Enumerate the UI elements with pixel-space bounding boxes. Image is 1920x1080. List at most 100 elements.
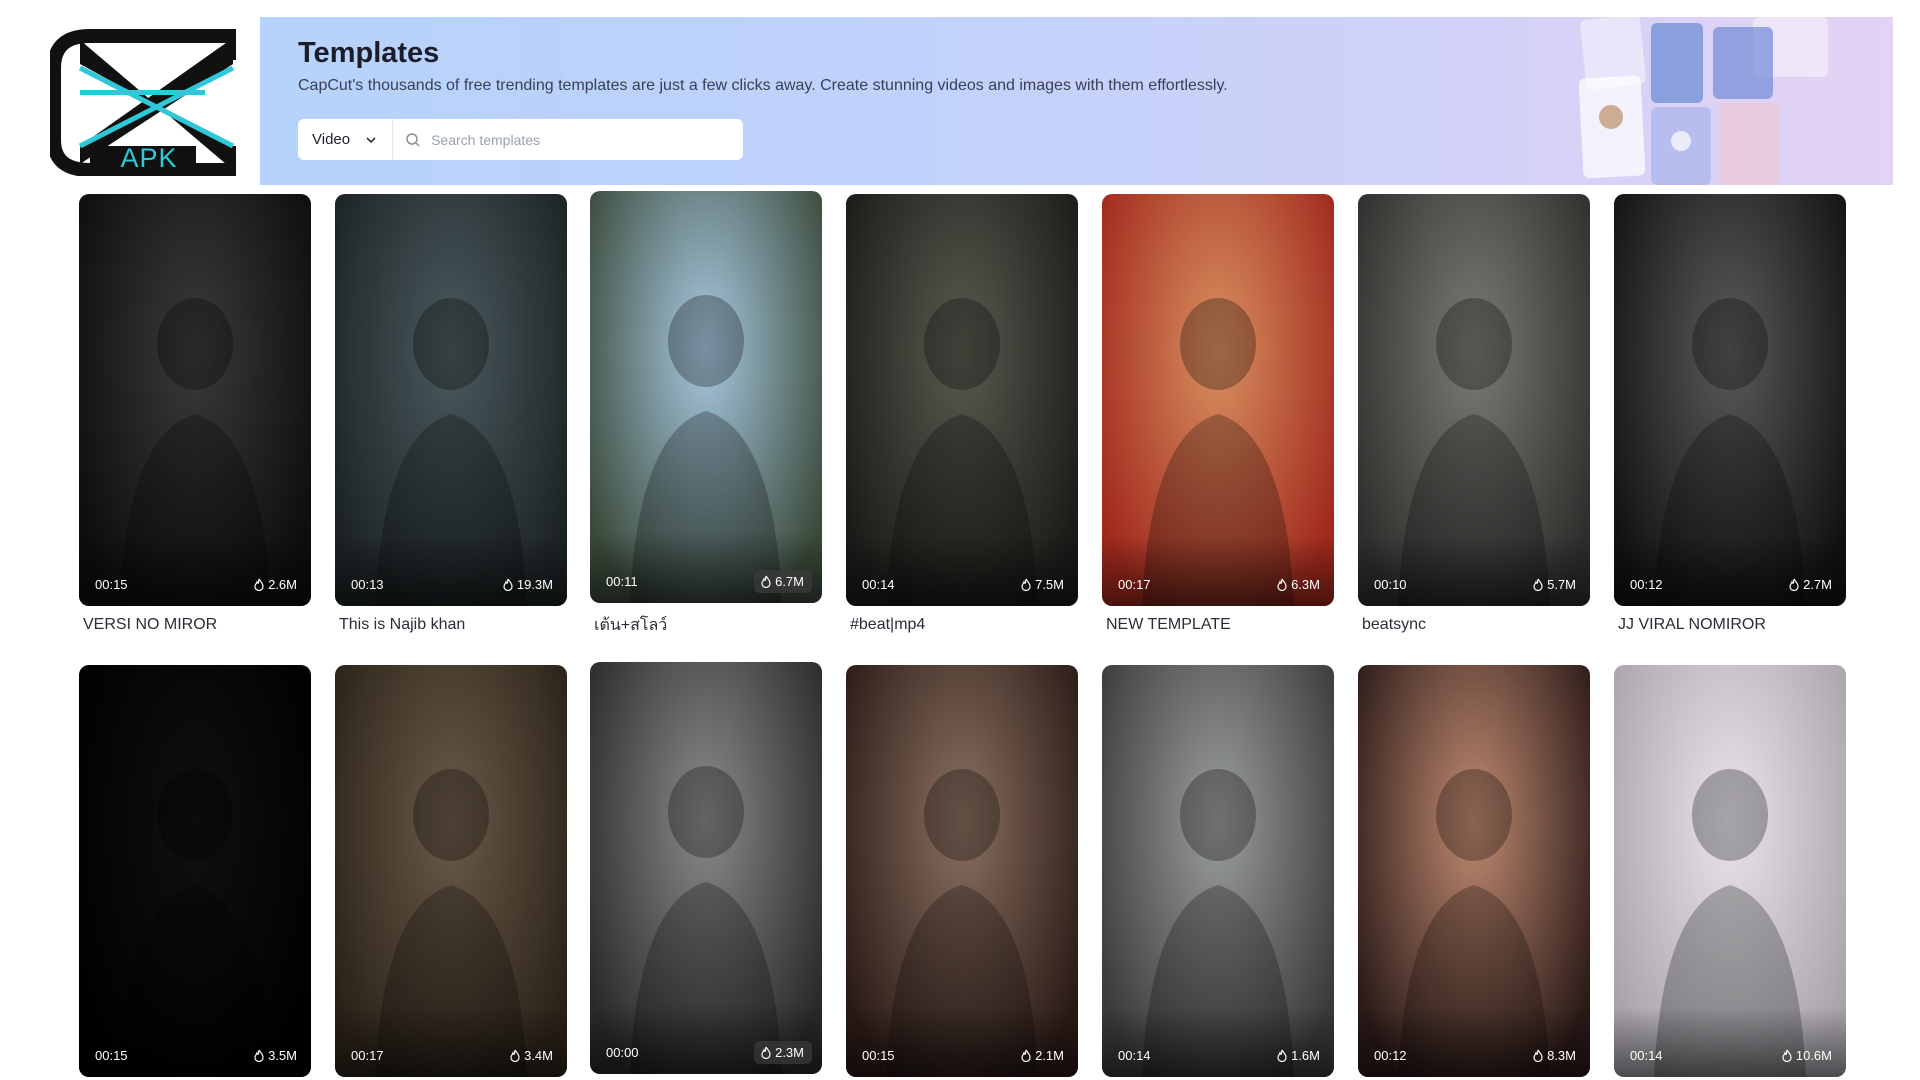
template-views-count: 2.1M — [1035, 1048, 1064, 1063]
template-type-select[interactable]: Video — [298, 119, 394, 160]
template-card[interactable]: 00:00 2.3M — [590, 662, 822, 1074]
flame-icon — [761, 1046, 771, 1059]
flame-icon — [761, 575, 771, 588]
template-card[interactable]: 00:13 19.3M — [335, 194, 567, 606]
template-views-count: 6.7M — [775, 574, 804, 589]
template-duration: 00:14 — [862, 577, 895, 592]
flame-icon — [1021, 1049, 1031, 1062]
template-views: 6.7M — [754, 570, 812, 593]
template-views: 2.1M — [1020, 1048, 1064, 1063]
template-title[interactable]: beatsync — [1362, 616, 1602, 634]
template-title[interactable]: NEW TEMPLATE — [1106, 616, 1346, 634]
thumbnail-shade — [846, 1007, 1078, 1077]
template-title[interactable]: VERSI NO MIROR — [83, 616, 323, 634]
template-duration: 00:17 — [1118, 577, 1151, 592]
template-card[interactable]: 00:14 1.6M — [1102, 665, 1334, 1077]
template-views: 2.3M — [754, 1041, 812, 1064]
thumbnail-shade — [1102, 536, 1334, 606]
template-title[interactable]: #beat|mp4 — [850, 616, 1090, 634]
template-duration: 00:12 — [1374, 1048, 1407, 1063]
template-card[interactable]: 00:17 6.3M — [1102, 194, 1334, 606]
flame-icon — [1533, 1049, 1543, 1062]
template-duration: 00:15 — [862, 1048, 895, 1063]
template-views: 2.7M — [1788, 577, 1832, 592]
template-title[interactable]: เต้น+สโลว์ — [594, 613, 834, 638]
template-views: 8.3M — [1532, 1048, 1576, 1063]
template-duration: 00:17 — [351, 1048, 384, 1063]
flame-icon — [1277, 578, 1287, 591]
search-bar: Video — [298, 119, 743, 160]
thumbnail-shade — [1102, 1007, 1334, 1077]
template-views: 10.6M — [1781, 1048, 1832, 1063]
thumbnail-shade — [1358, 536, 1590, 606]
template-views-count: 2.7M — [1803, 577, 1832, 592]
template-card[interactable]: 00:12 2.7M — [1614, 194, 1846, 606]
template-type-label: Video — [312, 131, 351, 148]
template-views: 1.6M — [1276, 1048, 1320, 1063]
template-duration: 00:00 — [606, 1045, 639, 1060]
template-views-count: 19.3M — [516, 577, 553, 592]
template-card[interactable]: 00:14 10.6M — [1614, 665, 1846, 1077]
thumbnail-shade — [1614, 1007, 1846, 1077]
template-views-count: 5.7M — [1547, 577, 1576, 592]
flame-icon — [254, 578, 264, 591]
template-views: 3.4M — [509, 1048, 553, 1063]
flame-icon — [1021, 578, 1031, 591]
thumbnail-shade — [846, 536, 1078, 606]
template-views: 5.7M — [1532, 577, 1576, 592]
template-duration: 00:10 — [1374, 577, 1407, 592]
template-card[interactable]: 00:17 3.4M — [335, 665, 567, 1077]
flame-icon — [1789, 578, 1799, 591]
flame-icon — [503, 578, 513, 591]
thumbnail-shade — [335, 536, 567, 606]
page-title: Templates — [298, 37, 440, 69]
template-card[interactable]: 00:15 3.5M — [79, 665, 311, 1077]
flame-icon — [1782, 1049, 1792, 1062]
template-duration: 00:14 — [1118, 1048, 1151, 1063]
thumbnail-shade — [1358, 1007, 1590, 1077]
template-card[interactable]: 00:11 6.7M — [590, 191, 822, 603]
template-duration: 00:15 — [95, 577, 128, 592]
template-views: 6.3M — [1276, 577, 1320, 592]
flame-icon — [254, 1049, 264, 1062]
templates-banner: Templates CapCut's thousands of free tre… — [260, 17, 1893, 185]
template-duration: 00:12 — [1630, 577, 1663, 592]
template-views: 7.5M — [1020, 577, 1064, 592]
template-duration: 00:11 — [606, 574, 638, 589]
template-title[interactable]: This is Najib khan — [339, 616, 579, 634]
template-card[interactable]: 00:10 5.7M — [1358, 194, 1590, 606]
page-subtitle: CapCut's thousands of free trending temp… — [298, 77, 1228, 94]
banner-decoration-image — [1578, 17, 1828, 185]
thumbnail-shade — [79, 536, 311, 606]
template-views-count: 3.5M — [268, 1048, 297, 1063]
template-views-count: 1.6M — [1291, 1048, 1320, 1063]
chevron-down-icon — [366, 136, 376, 143]
template-views: 19.3M — [502, 577, 553, 592]
template-card[interactable]: 00:14 7.5M — [846, 194, 1078, 606]
template-card[interactable]: 00:12 8.3M — [1358, 665, 1590, 1077]
template-views-count: 6.3M — [1291, 577, 1320, 592]
logo-apk-text: APK — [120, 143, 178, 173]
template-views-count: 2.3M — [775, 1045, 804, 1060]
thumbnail-shade — [1614, 536, 1846, 606]
search-icon — [406, 132, 420, 147]
template-duration: 00:13 — [351, 577, 384, 592]
template-views-count: 2.6M — [268, 577, 297, 592]
thumbnail-shade — [79, 1007, 311, 1077]
template-views-count: 10.6M — [1795, 1048, 1832, 1063]
template-card[interactable]: 00:15 2.6M — [79, 194, 311, 606]
flame-icon — [1533, 578, 1543, 591]
template-title[interactable]: JJ VIRAL NOMIROR — [1618, 616, 1858, 634]
template-views: 2.6M — [253, 577, 297, 592]
template-card[interactable]: 00:15 2.1M — [846, 665, 1078, 1077]
flame-icon — [1277, 1049, 1287, 1062]
search-input[interactable] — [429, 130, 734, 149]
template-duration: 00:14 — [1630, 1048, 1663, 1063]
template-views-count: 8.3M — [1547, 1048, 1576, 1063]
flame-icon — [510, 1049, 520, 1062]
template-duration: 00:15 — [95, 1048, 128, 1063]
template-views: 3.5M — [253, 1048, 297, 1063]
capcut-apk-logo[interactable]: APK — [47, 28, 240, 177]
thumbnail-shade — [335, 1007, 567, 1077]
template-views-count: 3.4M — [524, 1048, 553, 1063]
